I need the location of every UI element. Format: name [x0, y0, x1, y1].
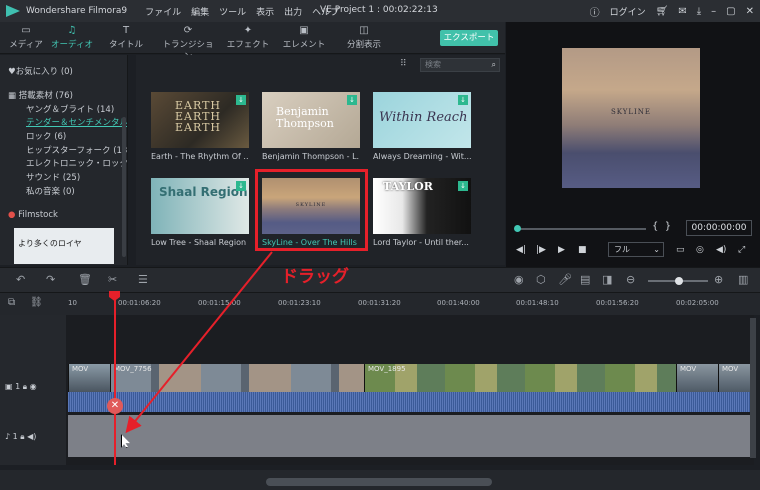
- drag-annotation: ドラッグ: [281, 267, 349, 287]
- timeline-hscrollbar[interactable]: [266, 478, 492, 486]
- drag-arrow: [125, 251, 273, 434]
- timeline-vscrollbar[interactable]: [750, 318, 756, 458]
